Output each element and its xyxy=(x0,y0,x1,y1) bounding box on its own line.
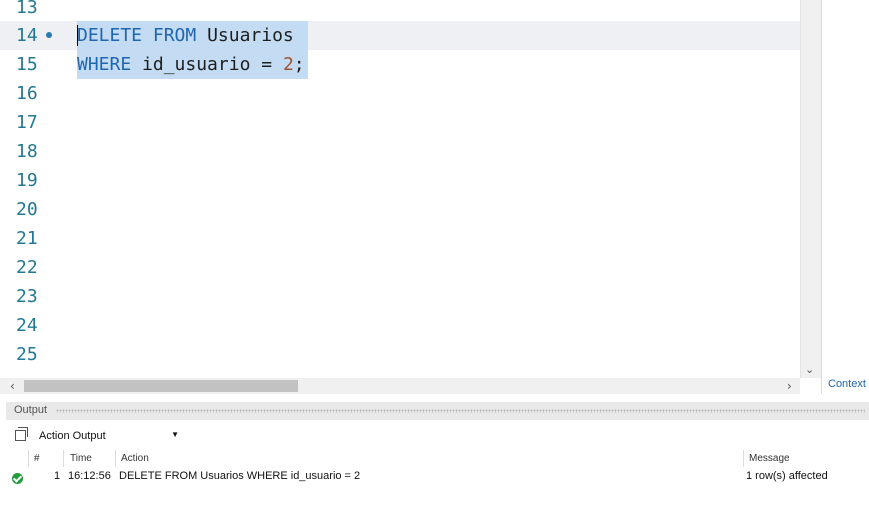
semicolon: ; xyxy=(293,54,305,75)
line-number: 19 xyxy=(16,170,38,191)
output-title: Output xyxy=(14,404,48,416)
operator: = xyxy=(261,54,273,75)
line-number: 23 xyxy=(16,286,38,307)
column-header-message[interactable]: Message xyxy=(749,453,790,464)
code-line-20[interactable]: 20 xyxy=(0,195,800,224)
table-identifier: Usuarios xyxy=(207,25,294,46)
column-identifier: id_usuario xyxy=(142,54,251,75)
line-number: 17 xyxy=(16,112,38,133)
table-row[interactable]: 1 16:12:56 DELETE FROM Usuarios WHERE id… xyxy=(6,468,869,486)
line-number: 24 xyxy=(16,315,38,336)
drag-grip[interactable] xyxy=(56,409,865,413)
horizontal-scrollbar[interactable]: ‹ › xyxy=(0,378,800,394)
select-value: Action Output xyxy=(39,430,106,442)
output-toolbar: Action Output ▼ xyxy=(6,424,869,448)
output-grid-header: # Time Action Message xyxy=(6,450,869,467)
code-line-18[interactable]: 18 xyxy=(0,137,800,166)
sql-editor[interactable]: 13 14 DELETE FROM Usuarios 15 WHERE id_u… xyxy=(0,0,800,378)
output-type-select[interactable]: Action Output ▼ xyxy=(33,427,183,445)
code-line-23[interactable]: 23 xyxy=(0,282,800,311)
line-number: 13 xyxy=(16,0,38,18)
row-message: 1 row(s) affected xyxy=(746,470,828,482)
text-cursor xyxy=(77,25,78,46)
tab-context[interactable]: Context xyxy=(828,378,866,390)
code-line-24[interactable]: 24 xyxy=(0,311,800,340)
code-line-25[interactable]: 25 xyxy=(0,340,800,369)
code-line-15[interactable]: 15 WHERE id_usuario = 2; xyxy=(0,50,800,79)
code-line-16[interactable]: 16 xyxy=(0,79,800,108)
row-time: 16:12:56 xyxy=(68,470,111,482)
code-line-17[interactable]: 17 xyxy=(0,108,800,137)
chevron-down-icon: ▼ xyxy=(171,430,179,439)
code-text[interactable]: WHERE id_usuario = 2; xyxy=(77,50,305,79)
row-number: 1 xyxy=(54,470,61,482)
keyword-where: WHERE xyxy=(77,54,132,75)
line-number: 21 xyxy=(16,228,38,249)
column-header-time[interactable]: Time xyxy=(70,453,92,464)
output-panel-header: Output xyxy=(6,402,869,420)
keyword-from: FROM xyxy=(152,25,197,46)
copy-icon[interactable] xyxy=(15,427,28,441)
code-line-13[interactable]: 13 xyxy=(0,0,800,22)
scroll-down-icon[interactable]: ⌄ xyxy=(805,363,814,376)
code-line-22[interactable]: 22 xyxy=(0,253,800,282)
statement-marker-icon xyxy=(46,32,52,38)
column-header-action[interactable]: Action xyxy=(121,453,149,464)
line-number: 22 xyxy=(16,257,38,278)
line-number: 14 xyxy=(16,25,38,46)
scroll-right-icon[interactable]: › xyxy=(787,378,792,394)
line-number: 25 xyxy=(16,344,38,365)
scrollbar-thumb[interactable] xyxy=(24,380,298,392)
success-check-icon xyxy=(12,473,23,484)
scroll-left-icon[interactable]: ‹ xyxy=(10,378,15,394)
code-line-19[interactable]: 19 xyxy=(0,166,800,195)
row-action: DELETE FROM Usuarios WHERE id_usuario = … xyxy=(119,470,361,482)
keyword-delete: DELETE xyxy=(77,25,143,46)
line-number: 18 xyxy=(16,141,38,162)
vertical-scrollbar[interactable]: ⌄ xyxy=(800,0,821,378)
column-header-number[interactable]: # xyxy=(34,453,40,464)
code-line-21[interactable]: 21 xyxy=(0,224,800,253)
line-number: 15 xyxy=(16,54,38,75)
number-literal: 2 xyxy=(282,54,294,75)
line-number: 20 xyxy=(16,199,38,220)
code-line-14[interactable]: 14 DELETE FROM Usuarios xyxy=(0,21,800,50)
line-number: 16 xyxy=(16,83,38,104)
context-help-pane xyxy=(821,0,869,394)
code-text[interactable]: DELETE FROM Usuarios xyxy=(77,21,294,50)
